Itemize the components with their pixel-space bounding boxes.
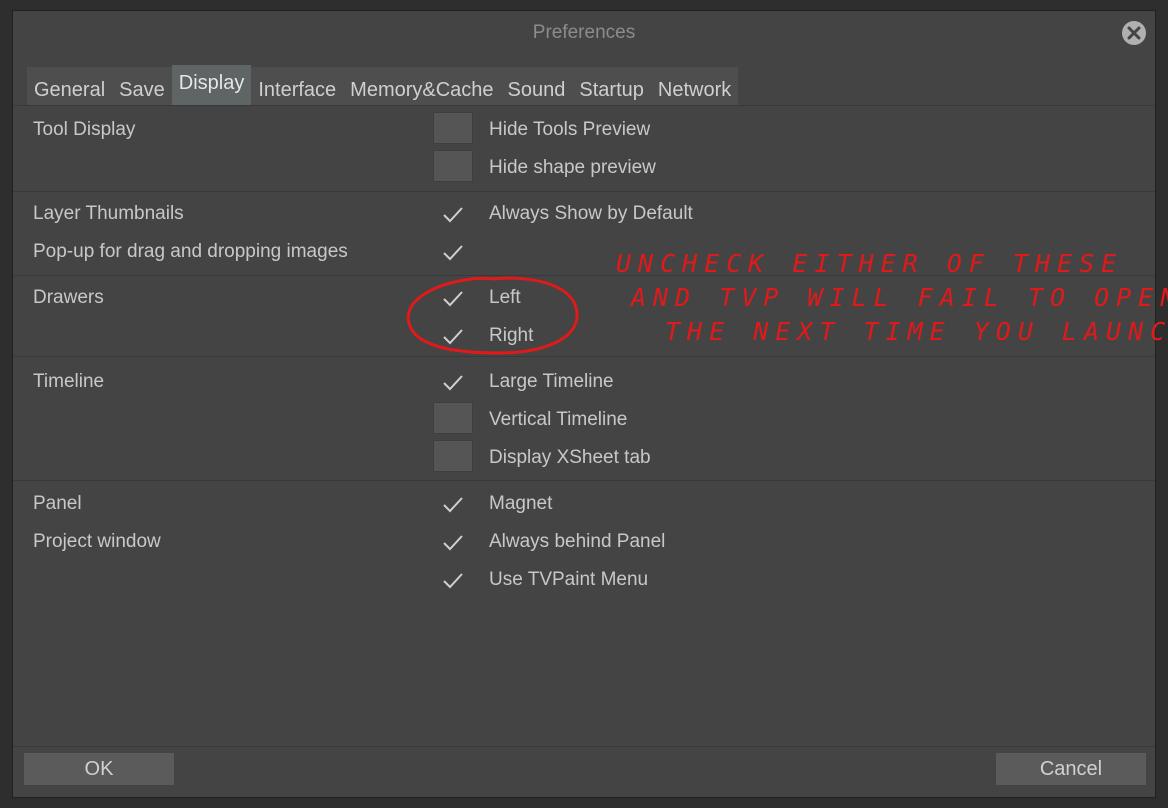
tab-network[interactable]: Network [651, 69, 738, 105]
tab-display[interactable]: Display [171, 65, 252, 105]
section-label-timeline: Timeline [33, 371, 105, 392]
tab-startup[interactable]: Startup [572, 69, 650, 105]
checkbox-hide-tools-preview[interactable] [433, 112, 473, 144]
option-label-always-behind-panel: Always behind Panel [489, 531, 666, 552]
annotation-text-line-2: AND TVP WILL FAIL TO OPEN [631, 283, 1168, 312]
section-label-project-window: Project window [33, 531, 161, 552]
option-label-use-tvpaint-menu: Use TVPaint Menu [489, 569, 649, 590]
section-label-layer-thumbnails: Layer Thumbnails [33, 203, 184, 224]
tab-interface[interactable]: Interface [251, 69, 343, 105]
tab-save[interactable]: Save [112, 69, 172, 105]
tab-general[interactable]: General [27, 69, 112, 105]
checkbox-display-xsheet-tab[interactable] [433, 440, 473, 472]
option-label-hide-shape-preview: Hide shape preview [489, 157, 656, 178]
tab-sound[interactable]: Sound [501, 69, 573, 105]
section-label-drawers: Drawers [33, 287, 104, 308]
option-label-hide-tools-preview: Hide Tools Preview [489, 119, 651, 140]
annotation-text-line-1: UNCHECK EITHER OF THESE [616, 249, 1124, 278]
window-title: Preferences [532, 22, 636, 43]
option-label-vertical-timeline: Vertical Timeline [489, 409, 628, 430]
checkbox-use-tvpaint-menu[interactable] [441, 568, 465, 592]
tab-bar: General Save Display Interface Memory&Ca… [27, 65, 739, 105]
option-label-magnet: Magnet [489, 493, 553, 514]
section-panel: Panel Project window Magnet Always behin… [13, 481, 1155, 741]
checkbox-magnet[interactable] [441, 492, 465, 516]
option-label-always-show: Always Show by Default [489, 203, 693, 224]
checkbox-large-timeline[interactable] [441, 370, 465, 394]
checkbox-always-show-by-default[interactable] [441, 202, 465, 226]
checkbox-hide-shape-preview[interactable] [433, 150, 473, 182]
section-label-popup-drag-drop: Pop-up for drag and dropping images [33, 241, 348, 262]
checkbox-popup-drag-drop[interactable] [441, 240, 465, 264]
section-tool-display: Tool Display Hide Tools Preview Hide sha… [13, 106, 1155, 192]
annotation-text-line-3: THE NEXT TIME YOU LAUNCH. [665, 317, 1168, 346]
option-label-large-timeline: Large Timeline [489, 371, 614, 392]
tab-memory-cache[interactable]: Memory&Cache [343, 69, 500, 105]
ok-button[interactable]: OK [24, 753, 174, 785]
close-icon [1127, 26, 1141, 40]
section-label-tool-display: Tool Display [33, 119, 136, 140]
section-timeline: Timeline Large Timeline Vertical Timelin… [13, 357, 1155, 481]
option-label-display-xsheet: Display XSheet tab [489, 447, 651, 468]
cancel-button[interactable]: Cancel [996, 753, 1146, 785]
annotation-circle [406, 276, 579, 355]
dialog-footer: OK Cancel [13, 746, 1155, 797]
close-button[interactable] [1122, 21, 1146, 45]
checkbox-vertical-timeline[interactable] [433, 402, 473, 434]
checkbox-always-behind-panel[interactable] [441, 530, 465, 554]
preferences-dialog: Preferences General Save Display Interfa… [12, 10, 1168, 798]
section-label-panel: Panel [33, 493, 82, 514]
